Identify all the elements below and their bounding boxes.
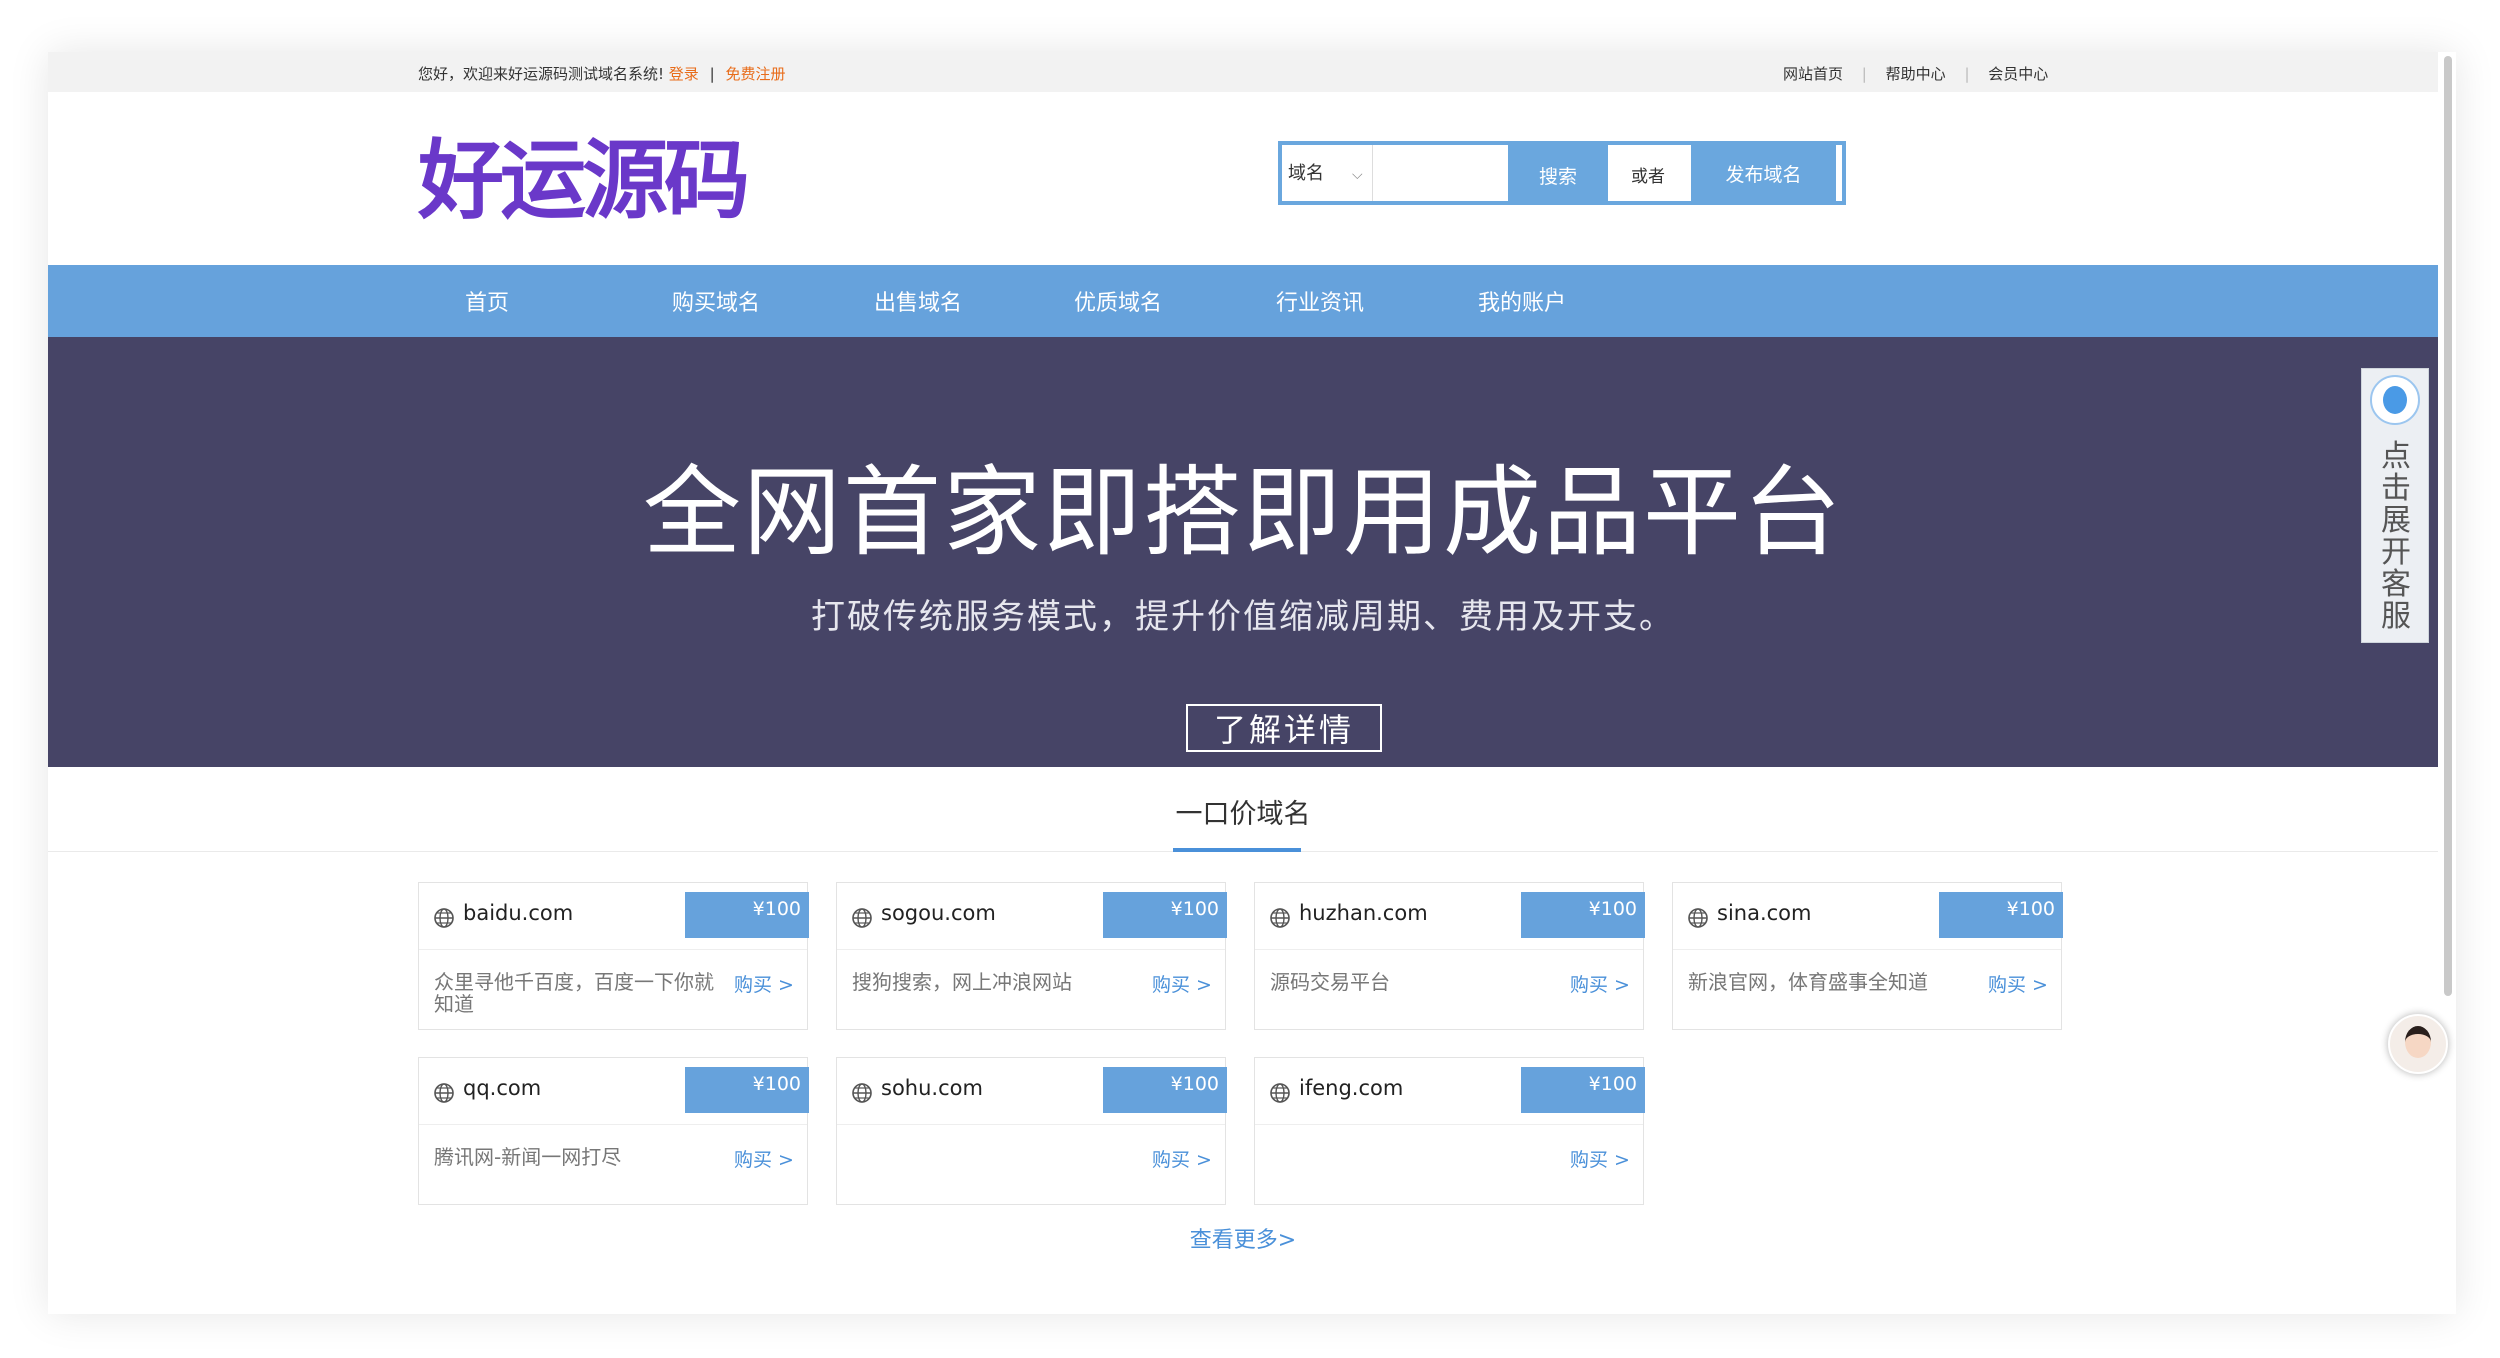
globe-icon xyxy=(1270,1083,1290,1103)
card-divider xyxy=(837,949,1225,950)
member-center-link[interactable]: 会员中心 xyxy=(1988,65,2048,83)
nav-industry-news[interactable]: 行业资讯 xyxy=(1276,285,1364,317)
domain-name[interactable]: sohu.com xyxy=(881,1076,983,1100)
globe-icon xyxy=(852,1083,872,1103)
domain-description: 众里寻他千百度，百度一下你就知道 xyxy=(434,970,714,1016)
search-type-label: 域名 xyxy=(1288,163,1324,184)
register-link[interactable]: 免费注册 xyxy=(725,65,785,83)
or-text: 或者 xyxy=(1631,167,1665,187)
card-divider xyxy=(1673,949,2061,950)
domain-card[interactable]: ifeng.com ¥100 购买 > xyxy=(1254,1057,1645,1205)
divider: | xyxy=(1964,65,1970,83)
card-divider xyxy=(1255,949,1643,950)
price-badge: ¥100 xyxy=(685,1067,809,1113)
buy-link[interactable]: 购买 > xyxy=(734,1145,794,1172)
scrollbar[interactable] xyxy=(2444,56,2452,996)
price-badge: ¥100 xyxy=(1103,892,1227,938)
welcome-text: 您好，欢迎来好运源码测试域名系统! xyxy=(418,65,665,83)
nav-premium-domain[interactable]: 优质域名 xyxy=(1074,285,1162,317)
domain-description: 搜狗搜索，网上冲浪网站 xyxy=(852,970,1072,994)
domain-card[interactable]: sogou.com ¥100 搜狗搜索，网上冲浪网站 购买 > xyxy=(836,882,1227,1030)
domain-name[interactable]: ifeng.com xyxy=(1299,1076,1403,1100)
welcome-area: 您好，欢迎来好运源码测试域名系统! 登录 | 免费注册 xyxy=(418,63,785,84)
price-badge: ¥100 xyxy=(1521,892,1645,938)
domain-name[interactable]: qq.com xyxy=(463,1076,541,1100)
search-type-select[interactable]: 域名 ⌵ xyxy=(1288,159,1368,189)
domain-card[interactable]: sohu.com ¥100 购买 > xyxy=(836,1057,1227,1205)
buy-link[interactable]: 购买 > xyxy=(1570,1145,1630,1172)
qq-icon xyxy=(2370,375,2420,425)
top-links: 网站首页 | 帮助中心 | 会员中心 xyxy=(1783,63,2062,84)
top-bar: 您好，欢迎来好运源码测试域名系统! 登录 | 免费注册 网站首页 | 帮助中心 … xyxy=(48,52,2438,92)
chevron-down-icon: ⌵ xyxy=(1352,167,1363,183)
help-center-link[interactable]: 帮助中心 xyxy=(1886,65,1946,83)
see-more-link[interactable]: 查看更多> xyxy=(48,1222,2438,1254)
card-divider xyxy=(419,949,807,950)
globe-icon xyxy=(852,908,872,928)
customer-service-label: 点击展开客服 xyxy=(2381,439,2411,634)
section-underline xyxy=(1173,848,1301,852)
globe-icon xyxy=(1688,908,1708,928)
nav-home[interactable]: 首页 xyxy=(465,285,509,317)
hero-banner: 全网首家即搭即用成品平台 打破传统服务模式，提升价值缩减周期、费用及开支。 了解… xyxy=(48,337,2438,767)
customer-service-tab[interactable]: 点击展开客服 xyxy=(2361,368,2429,643)
search-divider xyxy=(1372,145,1373,201)
domain-name[interactable]: sogou.com xyxy=(881,901,996,925)
search-button[interactable]: 搜索 xyxy=(1508,145,1608,205)
nav-buy-domain[interactable]: 购买域名 xyxy=(672,285,760,317)
domain-name[interactable]: huzhan.com xyxy=(1299,901,1428,925)
banner-subtitle: 打破传统服务模式，提升价值缩减周期、费用及开支。 xyxy=(811,597,1675,637)
learn-more-button[interactable]: 了解详情 xyxy=(1186,704,1382,752)
buy-link[interactable]: 购买 > xyxy=(1152,970,1212,997)
domain-description: 腾讯网-新闻一网打尽 xyxy=(434,1145,622,1169)
banner-title: 全网首家即搭即用成品平台 xyxy=(642,456,1843,570)
price-badge: ¥100 xyxy=(685,892,809,938)
price-badge: ¥100 xyxy=(1103,1067,1227,1113)
globe-icon xyxy=(1270,908,1290,928)
buy-link[interactable]: 购买 > xyxy=(1570,970,1630,997)
publish-domain-button[interactable]: 发布域名 xyxy=(1691,141,1836,205)
domain-description: 新浪官网，体育盛事全知道 xyxy=(1688,970,1928,994)
price-badge: ¥100 xyxy=(1521,1067,1645,1113)
buy-link[interactable]: 购买 > xyxy=(1988,970,2048,997)
globe-icon xyxy=(434,1083,454,1103)
buy-link[interactable]: 购买 > xyxy=(734,970,794,997)
chat-avatar[interactable] xyxy=(2388,1014,2448,1074)
browser-window: 您好，欢迎来好运源码测试域名系统! 登录 | 免费注册 网站首页 | 帮助中心 … xyxy=(48,52,2456,1314)
login-link[interactable]: 登录 xyxy=(669,65,699,83)
separator: | xyxy=(709,65,715,83)
section-title: 一口价域名 xyxy=(1175,799,1311,830)
nav-sell-domain[interactable]: 出售域名 xyxy=(874,285,962,317)
site-home-link[interactable]: 网站首页 xyxy=(1783,65,1843,83)
domain-card[interactable]: sina.com ¥100 新浪官网，体育盛事全知道 购买 > xyxy=(1672,882,2063,1030)
domain-name[interactable]: baidu.com xyxy=(463,901,573,925)
domain-card[interactable]: huzhan.com ¥100 源码交易平台 购买 > xyxy=(1254,882,1645,1030)
domain-name[interactable]: sina.com xyxy=(1717,901,1811,925)
nav-my-account[interactable]: 我的账户 xyxy=(1478,285,1566,317)
card-divider xyxy=(1255,1124,1643,1125)
avatar-face xyxy=(2405,1026,2431,1058)
domain-card[interactable]: qq.com ¥100 腾讯网-新闻一网打尽 购买 > xyxy=(418,1057,809,1205)
domain-description: 源码交易平台 xyxy=(1270,970,1390,994)
globe-icon xyxy=(434,908,454,928)
card-divider xyxy=(837,1124,1225,1125)
buy-link[interactable]: 购买 > xyxy=(1152,1145,1212,1172)
divider: | xyxy=(1861,65,1867,83)
price-badge: ¥100 xyxy=(1939,892,2063,938)
card-divider xyxy=(419,1124,807,1125)
main-nav: 首页 购买域名 出售域名 优质域名 行业资讯 我的账户 xyxy=(48,265,2438,337)
domain-card[interactable]: baidu.com ¥100 众里寻他千百度，百度一下你就知道 购买 > xyxy=(418,882,809,1030)
site-logo[interactable]: 好运源码 xyxy=(418,138,750,224)
